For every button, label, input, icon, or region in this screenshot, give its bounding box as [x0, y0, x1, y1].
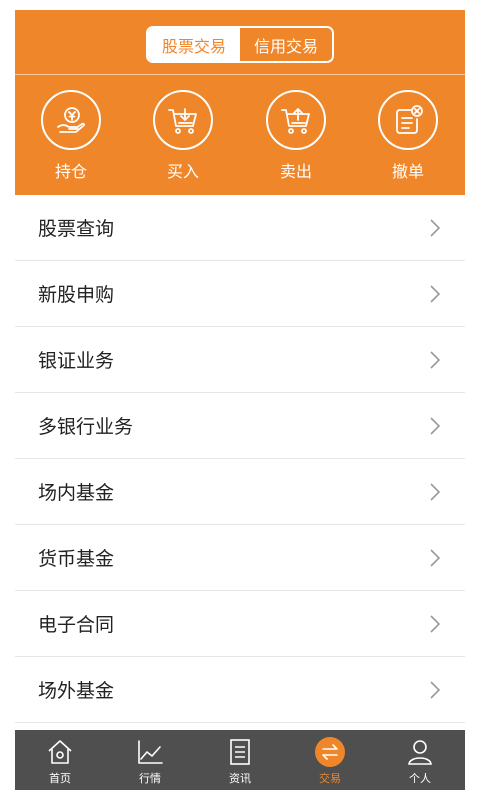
bottom-tab-bar: 首页 行情 资讯 交易 个人	[15, 730, 465, 790]
buy-button[interactable]: 买入	[143, 90, 223, 190]
cart-sell-icon	[266, 90, 326, 150]
position-icon	[41, 90, 101, 150]
chevron-right-icon	[429, 548, 441, 567]
news-icon	[223, 735, 257, 769]
app-root: 股票交易 信用交易 持仓 买入 卖出 撤单 股票查询 新股申购 银证业务 多银行…	[15, 10, 465, 790]
cart-buy-icon	[153, 90, 213, 150]
quick-actions: 持仓 买入 卖出 撤单	[15, 90, 465, 190]
trade-type-segmented-control: 股票交易 信用交易	[146, 26, 334, 63]
header-divider	[15, 74, 465, 75]
home-icon	[43, 735, 77, 769]
chart-icon	[133, 735, 167, 769]
tab-label: 行情	[139, 771, 161, 785]
tab-credit-trading[interactable]: 信用交易	[240, 28, 332, 61]
tab-personal[interactable]: 个人	[375, 730, 465, 790]
list-item-label: 新股申购	[38, 284, 115, 306]
list-item-e-contract[interactable]: 电子合同	[15, 591, 465, 657]
list-item-exchange-fund[interactable]: 场内基金	[15, 459, 465, 525]
list-item-label: 货币基金	[38, 548, 115, 570]
chevron-right-icon	[429, 350, 441, 369]
list-item-bank-securities[interactable]: 银证业务	[15, 327, 465, 393]
list-item-label: 电子合同	[38, 614, 115, 636]
tab-home[interactable]: 首页	[15, 730, 105, 790]
chevron-right-icon	[429, 284, 441, 303]
cancel-order-button[interactable]: 撤单	[368, 90, 448, 190]
tab-label: 交易	[319, 771, 341, 785]
chevron-right-icon	[429, 218, 441, 237]
tab-label: 首页	[49, 771, 71, 785]
trade-menu-list: 股票查询 新股申购 银证业务 多银行业务 场内基金 货币基金 电子合同 场外基金	[15, 195, 465, 723]
tab-label: 个人	[409, 771, 431, 785]
chevron-right-icon	[429, 680, 441, 699]
tab-label: 资讯	[229, 771, 251, 785]
list-item-label: 银证业务	[38, 350, 115, 372]
chevron-right-icon	[429, 614, 441, 633]
chevron-right-icon	[429, 482, 441, 501]
chevron-right-icon	[429, 416, 441, 435]
list-item-label: 场内基金	[38, 482, 115, 504]
list-item-label: 多银行业务	[38, 416, 134, 438]
tab-stock-trading[interactable]: 股票交易	[148, 28, 240, 61]
trade-icon	[313, 735, 347, 769]
action-label: 持仓	[54, 162, 87, 181]
sell-button[interactable]: 卖出	[256, 90, 336, 190]
user-icon	[403, 735, 437, 769]
trade-header: 股票交易 信用交易 持仓 买入 卖出 撤单	[15, 10, 465, 195]
tab-trade[interactable]: 交易	[285, 730, 375, 790]
list-item-multi-bank[interactable]: 多银行业务	[15, 393, 465, 459]
action-label: 卖出	[279, 162, 312, 181]
cancel-order-icon	[378, 90, 438, 150]
tab-news[interactable]: 资讯	[195, 730, 285, 790]
list-item-label: 场外基金	[38, 680, 115, 702]
action-label: 撤单	[391, 162, 424, 181]
action-label: 买入	[166, 162, 199, 181]
list-item-money-fund[interactable]: 货币基金	[15, 525, 465, 591]
list-item-label: 股票查询	[38, 218, 115, 240]
list-item-otc-fund[interactable]: 场外基金	[15, 657, 465, 723]
tab-market[interactable]: 行情	[105, 730, 195, 790]
list-item-ipo-subscription[interactable]: 新股申购	[15, 261, 465, 327]
list-item-stock-query[interactable]: 股票查询	[15, 195, 465, 261]
position-button[interactable]: 持仓	[31, 90, 111, 190]
